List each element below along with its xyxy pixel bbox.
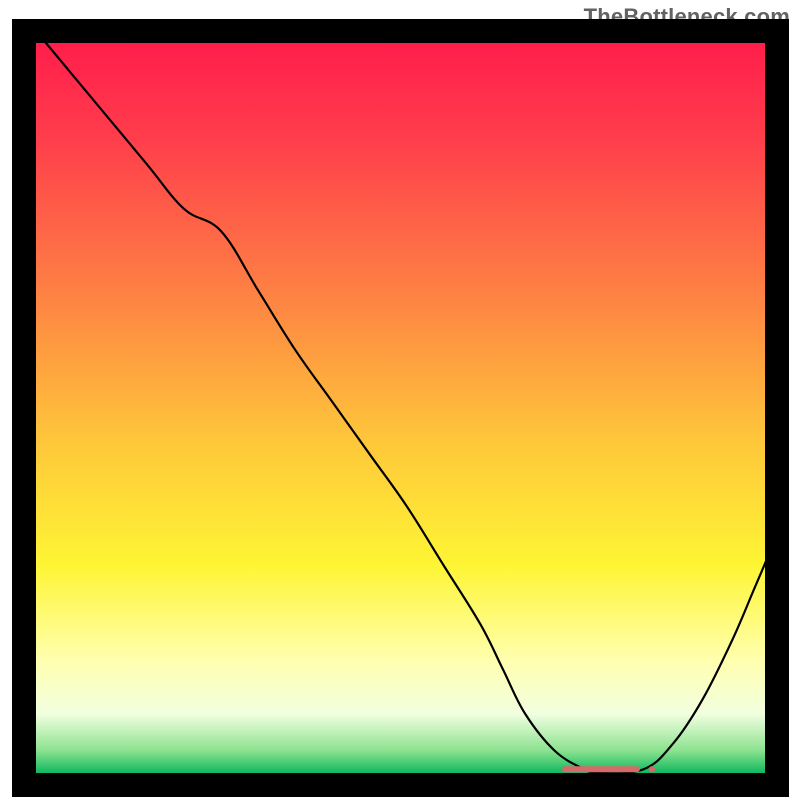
plot-background [36, 31, 777, 773]
chart-container: TheBottleneck.com [0, 0, 800, 800]
bottleneck-chart [0, 0, 800, 800]
optimal-zone-marker [562, 766, 640, 772]
optimal-zone-marker-dot [649, 766, 655, 772]
